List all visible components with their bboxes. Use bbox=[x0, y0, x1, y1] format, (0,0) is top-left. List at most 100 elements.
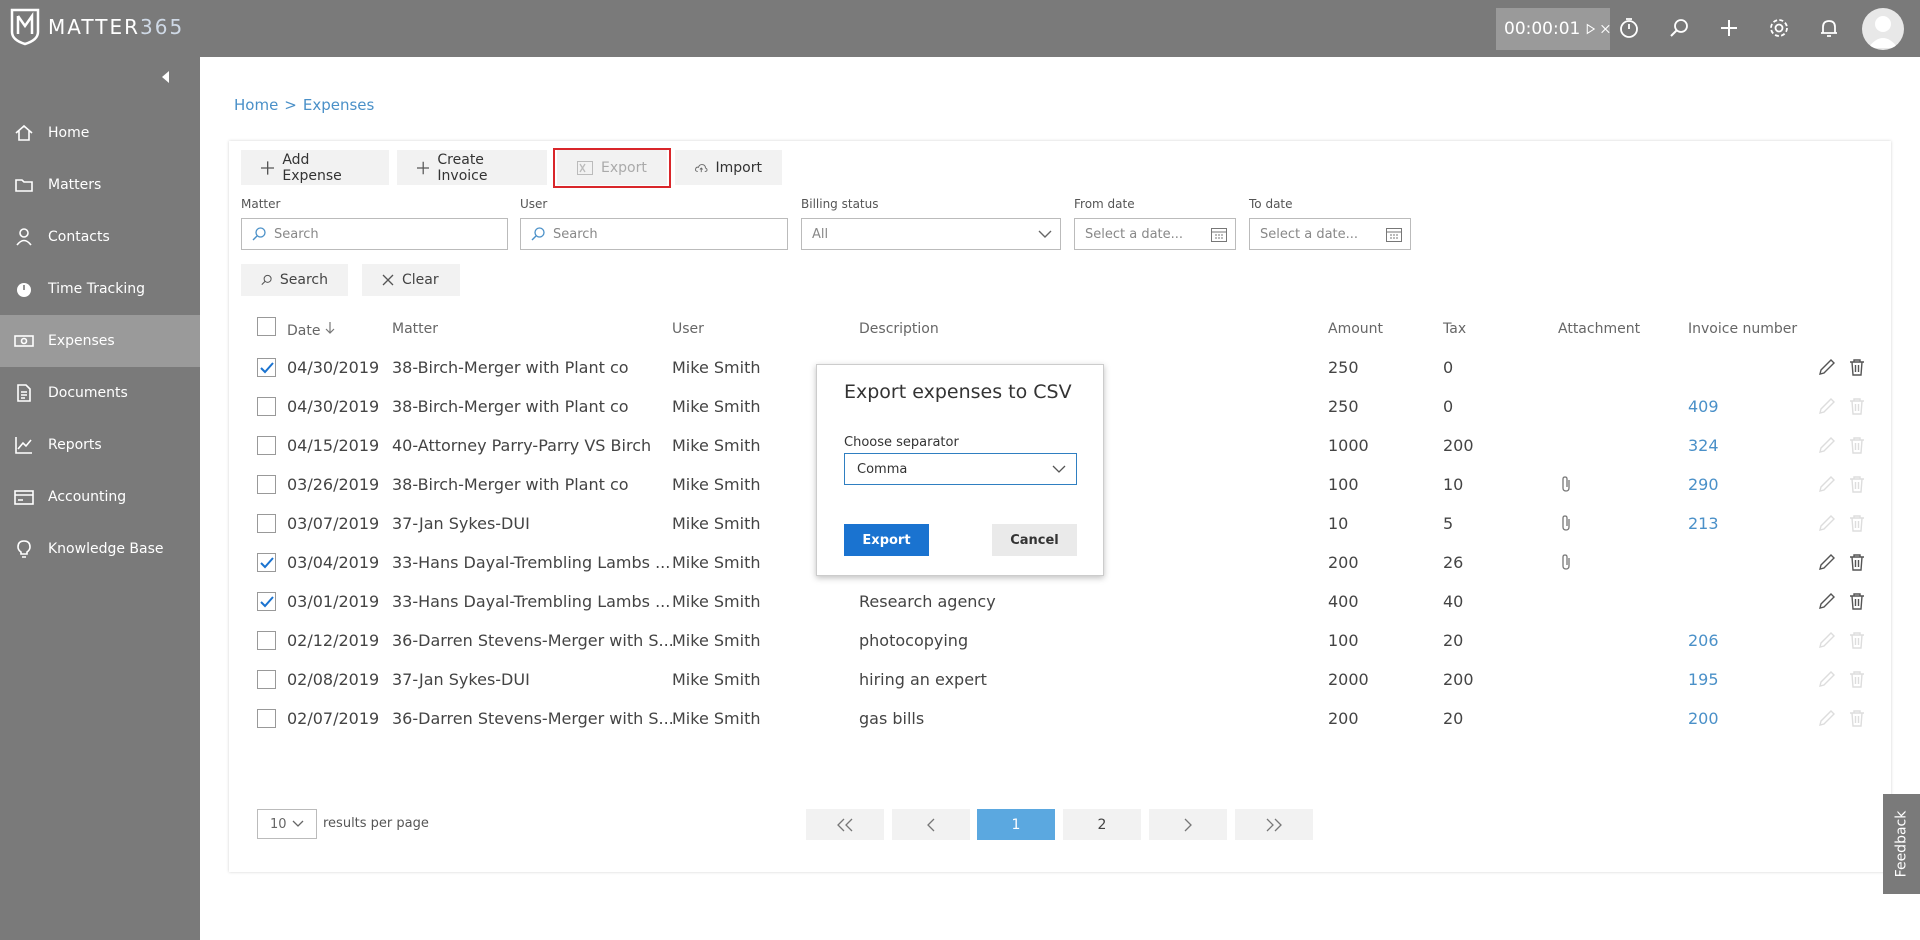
cell-invoice-number[interactable]: 213 bbox=[1688, 514, 1719, 533]
create-invoice-button[interactable]: Create Invoice bbox=[397, 150, 547, 185]
trash-icon[interactable] bbox=[1848, 436, 1866, 454]
table-row[interactable]: 02/07/2019 36-Darren Stevens-Merger with … bbox=[0, 699, 1920, 738]
chevron-left-icon[interactable] bbox=[156, 67, 176, 87]
row-checkbox[interactable] bbox=[257, 475, 276, 494]
cell-invoice-number[interactable]: 409 bbox=[1688, 397, 1719, 416]
row-checkbox[interactable] bbox=[257, 358, 276, 377]
plus-icon bbox=[261, 160, 275, 175]
search-button[interactable]: Search bbox=[241, 264, 348, 296]
search-icon[interactable] bbox=[1665, 14, 1693, 42]
table-row[interactable]: 02/08/2019 37-Jan Sykes-DUI Mike Smith hiri… bbox=[0, 660, 1920, 699]
cell-amount: 400 bbox=[1328, 592, 1359, 611]
prev-page-button[interactable] bbox=[892, 809, 970, 840]
header-user[interactable]: User bbox=[672, 321, 704, 337]
plus-icon[interactable] bbox=[1715, 14, 1743, 42]
row-checkbox[interactable] bbox=[257, 553, 276, 572]
sidebar-item-home[interactable]: Home bbox=[0, 107, 200, 159]
pencil-icon[interactable] bbox=[1818, 436, 1836, 454]
pencil-icon[interactable] bbox=[1818, 592, 1836, 610]
pencil-icon[interactable] bbox=[1818, 475, 1836, 493]
sidebar-item-contacts[interactable]: Contacts bbox=[0, 211, 200, 263]
breadcrumb-home[interactable]: Home bbox=[234, 96, 278, 114]
trash-icon[interactable] bbox=[1848, 358, 1866, 376]
row-checkbox[interactable] bbox=[257, 397, 276, 416]
pencil-icon[interactable] bbox=[1818, 514, 1836, 532]
per-page-select[interactable]: 10 bbox=[257, 809, 317, 839]
row-checkbox[interactable] bbox=[257, 436, 276, 455]
to-date-placeholder: Select a date... bbox=[1260, 226, 1359, 242]
page-2-button[interactable]: 2 bbox=[1063, 809, 1141, 840]
calendar-icon[interactable] bbox=[1211, 227, 1227, 242]
cell-amount: 10 bbox=[1328, 514, 1349, 533]
feedback-tab[interactable]: Feedback bbox=[1883, 794, 1920, 894]
cloud-upload-icon bbox=[695, 163, 708, 172]
add-expense-button[interactable]: Add Expense bbox=[241, 150, 389, 185]
cell-invoice-number[interactable]: 324 bbox=[1688, 436, 1719, 455]
cell-invoice-number[interactable]: 195 bbox=[1688, 670, 1719, 689]
logo[interactable]: MATTER365 bbox=[10, 8, 184, 46]
header-tax[interactable]: Tax bbox=[1443, 321, 1466, 337]
row-checkbox[interactable] bbox=[257, 514, 276, 533]
header-description[interactable]: Description bbox=[859, 321, 939, 337]
dialog-export-button[interactable]: Export bbox=[844, 524, 929, 556]
paperclip-icon[interactable] bbox=[1560, 514, 1572, 532]
user-avatar-icon[interactable] bbox=[1862, 8, 1904, 50]
next-page-button[interactable] bbox=[1149, 809, 1227, 840]
trash-icon[interactable] bbox=[1848, 592, 1866, 610]
gear-icon[interactable] bbox=[1765, 14, 1793, 42]
select-all-checkbox[interactable] bbox=[257, 317, 276, 336]
first-page-button[interactable] bbox=[806, 809, 884, 840]
pencil-icon[interactable] bbox=[1818, 553, 1836, 571]
timer-widget[interactable]: 00:00:01 bbox=[1496, 8, 1610, 50]
header-matter[interactable]: Matter bbox=[392, 321, 438, 337]
header-amount[interactable]: Amount bbox=[1328, 321, 1383, 337]
breadcrumb-current[interactable]: Expenses bbox=[303, 96, 374, 114]
row-checkbox[interactable] bbox=[257, 631, 276, 650]
row-checkbox[interactable] bbox=[257, 592, 276, 611]
pencil-icon[interactable] bbox=[1818, 631, 1836, 649]
cell-invoice-number[interactable]: 206 bbox=[1688, 631, 1719, 650]
dialog-cancel-button[interactable]: Cancel bbox=[992, 524, 1077, 556]
pencil-icon[interactable] bbox=[1818, 709, 1836, 727]
billing-status-select[interactable]: All bbox=[801, 218, 1061, 250]
import-button[interactable]: Import bbox=[675, 150, 782, 185]
sidebar-item-time-tracking[interactable]: Time Tracking bbox=[0, 263, 200, 315]
user-search-input[interactable]: Search bbox=[520, 218, 788, 250]
clear-button[interactable]: Clear bbox=[362, 264, 460, 296]
page-1-button[interactable]: 1 bbox=[977, 809, 1055, 840]
row-checkbox[interactable] bbox=[257, 709, 276, 728]
pencil-icon[interactable] bbox=[1818, 670, 1836, 688]
chevron-down-icon bbox=[1038, 230, 1052, 238]
last-page-button[interactable] bbox=[1235, 809, 1313, 840]
paperclip-icon[interactable] bbox=[1560, 475, 1572, 493]
trash-icon[interactable] bbox=[1848, 397, 1866, 415]
separator-select[interactable]: Comma bbox=[844, 453, 1077, 485]
matter-search-input[interactable]: Search bbox=[241, 218, 508, 250]
trash-icon[interactable] bbox=[1848, 709, 1866, 727]
paperclip-icon[interactable] bbox=[1560, 553, 1572, 571]
table-row[interactable]: 02/12/2019 36-Darren Stevens-Merger with … bbox=[0, 621, 1920, 660]
trash-icon[interactable] bbox=[1848, 631, 1866, 649]
to-date-input[interactable]: Select a date... bbox=[1249, 218, 1411, 250]
row-checkbox[interactable] bbox=[257, 670, 276, 689]
sidebar-item-matters[interactable]: Matters bbox=[0, 159, 200, 211]
pencil-icon[interactable] bbox=[1818, 397, 1836, 415]
close-icon[interactable] bbox=[1601, 22, 1610, 36]
checkmark-icon bbox=[260, 557, 274, 569]
from-date-input[interactable]: Select a date... bbox=[1074, 218, 1236, 250]
trash-icon[interactable] bbox=[1848, 670, 1866, 688]
pencil-icon[interactable] bbox=[1818, 358, 1836, 376]
trash-icon[interactable] bbox=[1848, 553, 1866, 571]
calendar-icon[interactable] bbox=[1386, 227, 1402, 242]
header-invoice-number[interactable]: Invoice number bbox=[1688, 321, 1797, 337]
trash-icon[interactable] bbox=[1848, 475, 1866, 493]
cell-invoice-number[interactable]: 200 bbox=[1688, 709, 1719, 728]
trash-icon[interactable] bbox=[1848, 514, 1866, 532]
stopwatch-icon[interactable] bbox=[1615, 14, 1643, 42]
play-icon[interactable] bbox=[1586, 21, 1596, 37]
bell-icon[interactable] bbox=[1815, 14, 1843, 42]
table-row[interactable]: 03/01/2019 33-Hans Dayal-Trembling Lambs … bbox=[0, 582, 1920, 621]
checkmark-icon bbox=[260, 596, 274, 608]
header-date[interactable]: Date bbox=[287, 321, 335, 339]
cell-invoice-number[interactable]: 290 bbox=[1688, 475, 1719, 494]
